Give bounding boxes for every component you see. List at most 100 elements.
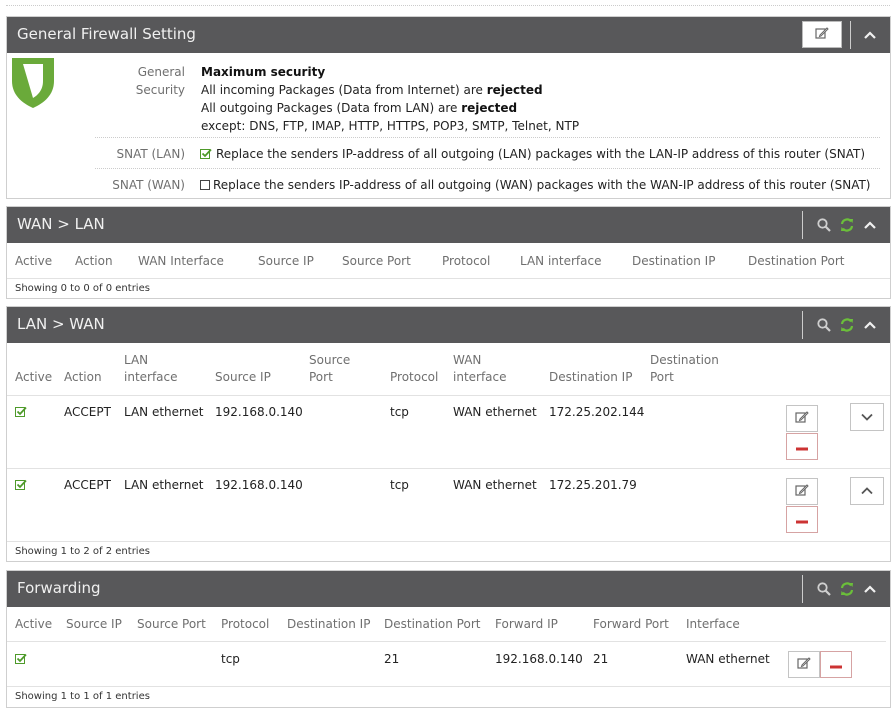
snat-lan-checkbox[interactable] (200, 148, 212, 160)
search-icon[interactable] (813, 571, 835, 607)
header-separator (802, 575, 803, 603)
refresh-icon[interactable] (836, 207, 858, 243)
checkbox-checked-icon[interactable] (15, 653, 27, 665)
top-divider (6, 0, 890, 6)
column-header[interactable]: Source Port (342, 253, 411, 270)
outgoing-status: rejected (461, 101, 518, 115)
delete-rule-button[interactable] (786, 506, 818, 533)
column-header[interactable]: WAN Interface (138, 253, 224, 270)
table-divider (7, 541, 890, 542)
column-header[interactable]: Active (15, 253, 52, 270)
remove-icon (796, 440, 808, 454)
snat-wan-label: SNAT (WAN) (112, 178, 185, 192)
cell-wan-interface: WAN ethernet (453, 405, 537, 419)
column-header[interactable]: Interface (686, 616, 740, 633)
column-header[interactable]: Destination Port (384, 616, 480, 633)
delete-forward-button[interactable] (820, 651, 852, 678)
security-details: Maximum security All incoming Packages (… (201, 63, 579, 135)
column-header[interactable]: Active (15, 616, 52, 633)
column-header[interactable]: Destination IP (287, 616, 370, 633)
lan-wan-panel: LAN > WAN Active Action LAN interface Sou… (6, 306, 891, 562)
search-icon[interactable] (813, 207, 835, 243)
cell-destination-port: 21 (384, 652, 400, 666)
remove-icon (830, 658, 842, 672)
panel-title: Forwarding (17, 579, 101, 597)
column-header[interactable]: Source IP (258, 253, 314, 270)
column-header[interactable]: Destination Port (748, 253, 844, 270)
column-header[interactable]: Source IP (66, 616, 122, 633)
column-header[interactable]: Protocol (442, 253, 490, 270)
cell-lan-interface: LAN ethernet (124, 405, 204, 419)
incoming-text: All incoming Packages (Data from Interne… (201, 83, 483, 97)
edit-icon (797, 656, 811, 673)
move-up-icon (861, 484, 873, 498)
collapse-icon[interactable] (859, 571, 881, 607)
column-header-source-ip[interactable]: Source IP (215, 352, 271, 386)
cell-protocol: tcp (221, 652, 240, 666)
edit-settings-button[interactable] (802, 21, 842, 48)
column-header-wan-interface[interactable]: WAN interface (453, 352, 507, 386)
cell-forward-ip: 192.168.0.140 (495, 652, 583, 666)
column-header-action[interactable]: Action (64, 352, 102, 386)
panel-title: WAN > LAN (17, 215, 105, 233)
move-up-button[interactable] (850, 477, 884, 505)
column-header[interactable]: Destination IP (632, 253, 715, 270)
outgoing-rule: All outgoing Packages (Data from LAN) ar… (201, 99, 579, 117)
cell-lan-interface: LAN ethernet (124, 478, 204, 492)
cell-action: ACCEPT (64, 478, 111, 492)
column-header[interactable]: Forward Port (593, 616, 669, 633)
delete-rule-button[interactable] (786, 433, 818, 460)
column-header[interactable]: Forward IP (495, 616, 558, 633)
remove-icon (796, 513, 808, 527)
table-footer: Showing 1 to 2 of 2 entries (15, 546, 150, 557)
column-header-destination-port[interactable]: Destination Port (650, 352, 719, 386)
header-separator (802, 211, 803, 239)
collapse-icon[interactable] (859, 307, 881, 343)
column-header[interactable]: Action (75, 253, 113, 270)
edit-rule-button[interactable] (786, 478, 818, 505)
forwarding-panel: Forwarding Active Source IP Source Port … (6, 570, 891, 708)
column-header-active[interactable]: Active (15, 352, 52, 386)
table-footer: Showing 0 to 0 of 0 entries (15, 283, 150, 294)
column-header[interactable]: LAN interface (520, 253, 601, 270)
except-list: except: DNS, FTP, IMAP, HTTP, HTTPS, POP… (201, 119, 580, 133)
panel-title: LAN > WAN (17, 315, 105, 333)
shield-icon (11, 57, 55, 112)
edit-rule-button[interactable] (786, 405, 818, 432)
table-divider (7, 395, 890, 396)
incoming-rule: All incoming Packages (Data from Interne… (201, 81, 579, 99)
column-header-lan-interface[interactable]: LAN interface (124, 352, 178, 386)
row-divider (95, 168, 880, 169)
incoming-status: rejected (486, 83, 543, 97)
column-header[interactable]: Protocol (221, 616, 269, 633)
collapse-icon[interactable] (859, 207, 881, 243)
move-down-button[interactable] (850, 403, 884, 431)
refresh-icon[interactable] (836, 307, 858, 343)
snat-lan-description: Replace the senders IP-address of all ou… (216, 147, 865, 161)
panel-header: WAN > LAN (7, 207, 890, 243)
cell-destination-ip: 172.25.202.144 (549, 405, 645, 419)
table-divider (7, 686, 890, 687)
cell-protocol: tcp (390, 478, 409, 492)
panel-title: General Firewall Setting (17, 25, 196, 43)
snat-wan-checkbox[interactable] (200, 179, 212, 191)
security-label-line2: Security (135, 83, 185, 97)
column-header[interactable]: Source Port (137, 616, 206, 633)
search-icon[interactable] (813, 307, 835, 343)
checkbox-checked-icon[interactable] (15, 406, 27, 418)
cell-interface: WAN ethernet (686, 652, 770, 666)
move-down-icon (861, 410, 873, 424)
edit-forward-button[interactable] (788, 651, 820, 678)
refresh-icon[interactable] (836, 571, 858, 607)
column-header-protocol[interactable]: Protocol (390, 352, 438, 386)
wan-lan-panel: WAN > LAN Active Action WAN Interface So… (6, 206, 891, 299)
panel-header: Forwarding (7, 571, 890, 607)
collapse-icon[interactable] (859, 17, 881, 53)
checkbox-checked-icon[interactable] (15, 479, 27, 491)
edit-icon (815, 26, 829, 43)
column-header-destination-ip[interactable]: Destination IP (549, 352, 632, 386)
column-header-source-port[interactable]: Source Port (309, 352, 350, 386)
row-divider (7, 468, 890, 469)
cell-protocol: tcp (390, 405, 409, 419)
cell-source-ip: 192.168.0.140 (215, 478, 303, 492)
